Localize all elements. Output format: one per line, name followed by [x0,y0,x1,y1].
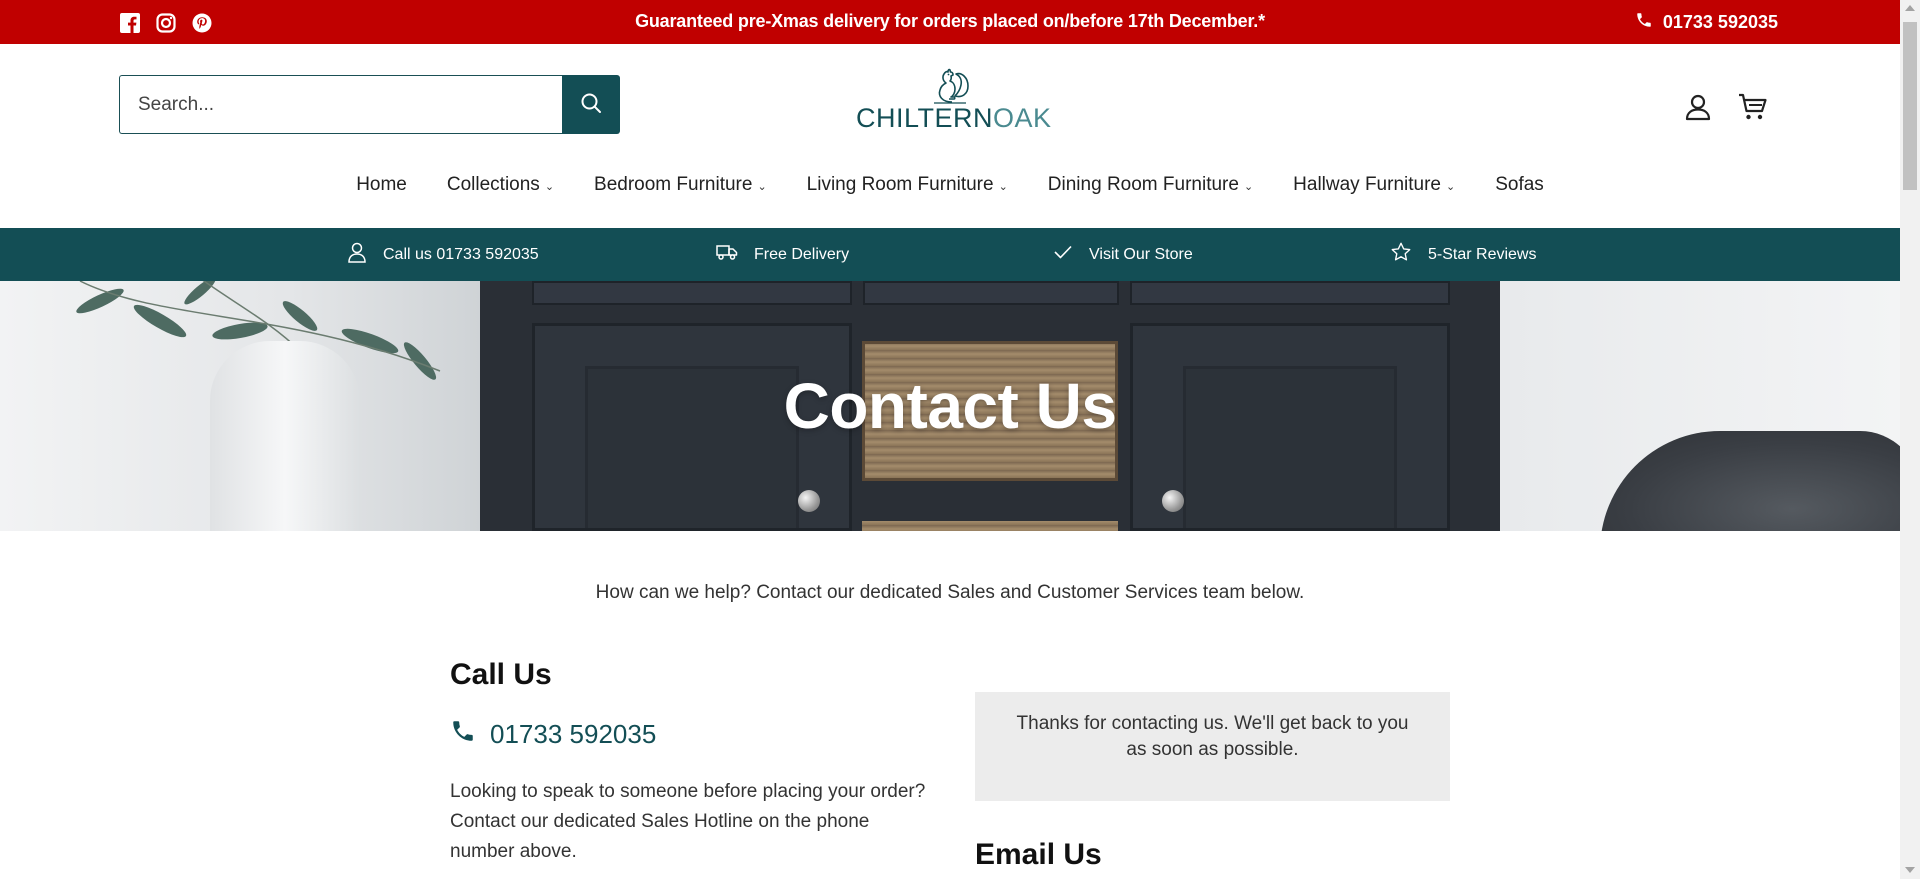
account-icon[interactable] [1683,92,1713,122]
search-input[interactable] [119,75,562,134]
site-header: CHILTERNOAK Home Collections⌄ Bedroom Fu… [0,44,1900,228]
scroll-up-icon[interactable] [1905,5,1915,11]
call-us-heading: Call Us [450,658,552,691]
phone-icon [1635,11,1653,34]
search-button[interactable] [562,75,620,134]
chevron-down-icon: ⌄ [998,181,1008,193]
person-icon [347,241,367,268]
nav-item-living-room-furniture[interactable]: Living Room Furniture ⌄ [807,174,1008,196]
nav-item-dining-room-furniture[interactable]: Dining Room Furniture ⌄ [1048,174,1253,196]
header-phone-number: 01733 592035 [1662,12,1778,32]
page-scrollbar[interactable] [1900,0,1920,879]
search-form [119,75,620,134]
scrollbar-thumb[interactable] [1903,22,1917,190]
chevron-down-icon: ⌄ [1243,181,1254,193]
header-phone[interactable]: 01733 592035 [1635,11,1778,34]
logo-wordmark: CHILTERNOAK [856,103,1052,133]
scroll-down-icon[interactable] [1905,867,1915,873]
call-us-phone[interactable]: 01733 592035 [450,718,930,751]
intro-text: How can we help? Contact our dedicated S… [595,582,1305,603]
check-icon [1053,244,1073,265]
nav-item-home[interactable]: Home [356,174,407,196]
usp-bar: Call us 01733 592035 Free Delivery Visit… [0,228,1900,281]
promo-message[interactable]: Guaranteed pre-Xmas delivery for orders … [0,11,1900,32]
site-logo[interactable]: CHILTERNOAK [856,66,1052,138]
main-nav: Home Collections ⌄ Bedroom Furniture ⌄ Liv… [0,174,1900,196]
usp-item-call[interactable]: Call us 01733 592035 [347,228,539,281]
usp-item-delivery[interactable]: Free Delivery [716,228,849,281]
truck-icon [716,243,738,266]
chevron-down-icon: ⌄ [757,181,767,193]
page-title: Contact Us [783,370,1117,442]
chevron-down-icon: ⌄ [1445,181,1456,193]
email-us-heading: Email Us [975,838,1102,871]
nav-item-collections[interactable]: Collections ⌄ [447,174,554,196]
phone-icon [450,718,476,751]
star-icon [1390,241,1412,268]
call-us-section: Call Us 01733 592035 Looking to speak to… [450,658,930,867]
cart-icon[interactable] [1737,92,1769,122]
usp-item-store[interactable]: Visit Our Store [1053,228,1193,281]
call-us-text: Looking to speak to someone before placi… [450,781,926,862]
nav-item-hallway-furniture[interactable]: Hallway Furniture ⌄ [1293,174,1455,196]
nav-item-bedroom-furniture[interactable]: Bedroom Furniture ⌄ [594,174,767,196]
nav-item-sofas[interactable]: Sofas [1495,174,1544,196]
usp-item-reviews[interactable]: 5-Star Reviews [1390,228,1536,281]
announcement-bar: Guaranteed pre-Xmas delivery for orders … [0,0,1900,44]
contact-success-notice: Thanks for contacting us. We'll get back… [975,692,1450,801]
squirrel-logo-icon [934,68,969,104]
chevron-down-icon: ⌄ [544,181,555,193]
search-icon [579,91,603,118]
hero-banner: Contact Us [0,281,1900,531]
